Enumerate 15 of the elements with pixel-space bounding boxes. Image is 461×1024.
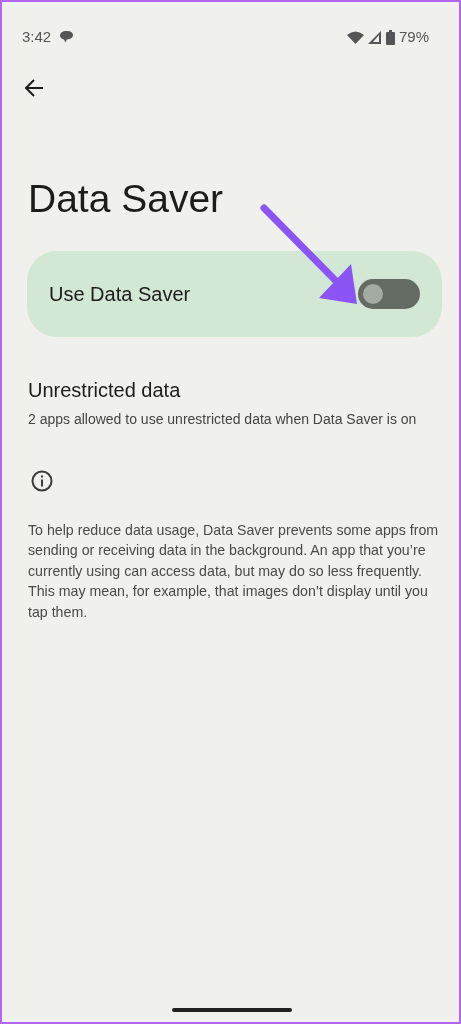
- signal-icon: [367, 30, 382, 44]
- switch-card[interactable]: Use Data Saver: [27, 250, 442, 337]
- status-time: 3:42: [22, 26, 52, 47]
- chat-bubble-icon: [59, 30, 75, 44]
- toggle-switch[interactable]: [358, 278, 420, 309]
- setting-summary: 2 apps allowed to use unrestricted data when Data Saver is on: [28, 409, 418, 429]
- back-arrow-icon[interactable]: [24, 78, 44, 98]
- setting-title[interactable]: Unrestricted data: [28, 374, 439, 405]
- page-title: Data Saver: [28, 176, 225, 222]
- battery-percentage: 79%: [398, 26, 429, 47]
- battery-icon: [385, 29, 395, 45]
- footer-description: To help reduce data usage, Data Saver prevents some apps from sending or receiving data in the background. An app that you’re currently using can access data, but may do so less frequently. This may mean, for example, that images don’t display until you tap them.: [28, 520, 440, 622]
- switch-label: Use Data Saver: [49, 281, 191, 307]
- wifi-icon: [346, 30, 364, 44]
- info-icon: [31, 469, 53, 492]
